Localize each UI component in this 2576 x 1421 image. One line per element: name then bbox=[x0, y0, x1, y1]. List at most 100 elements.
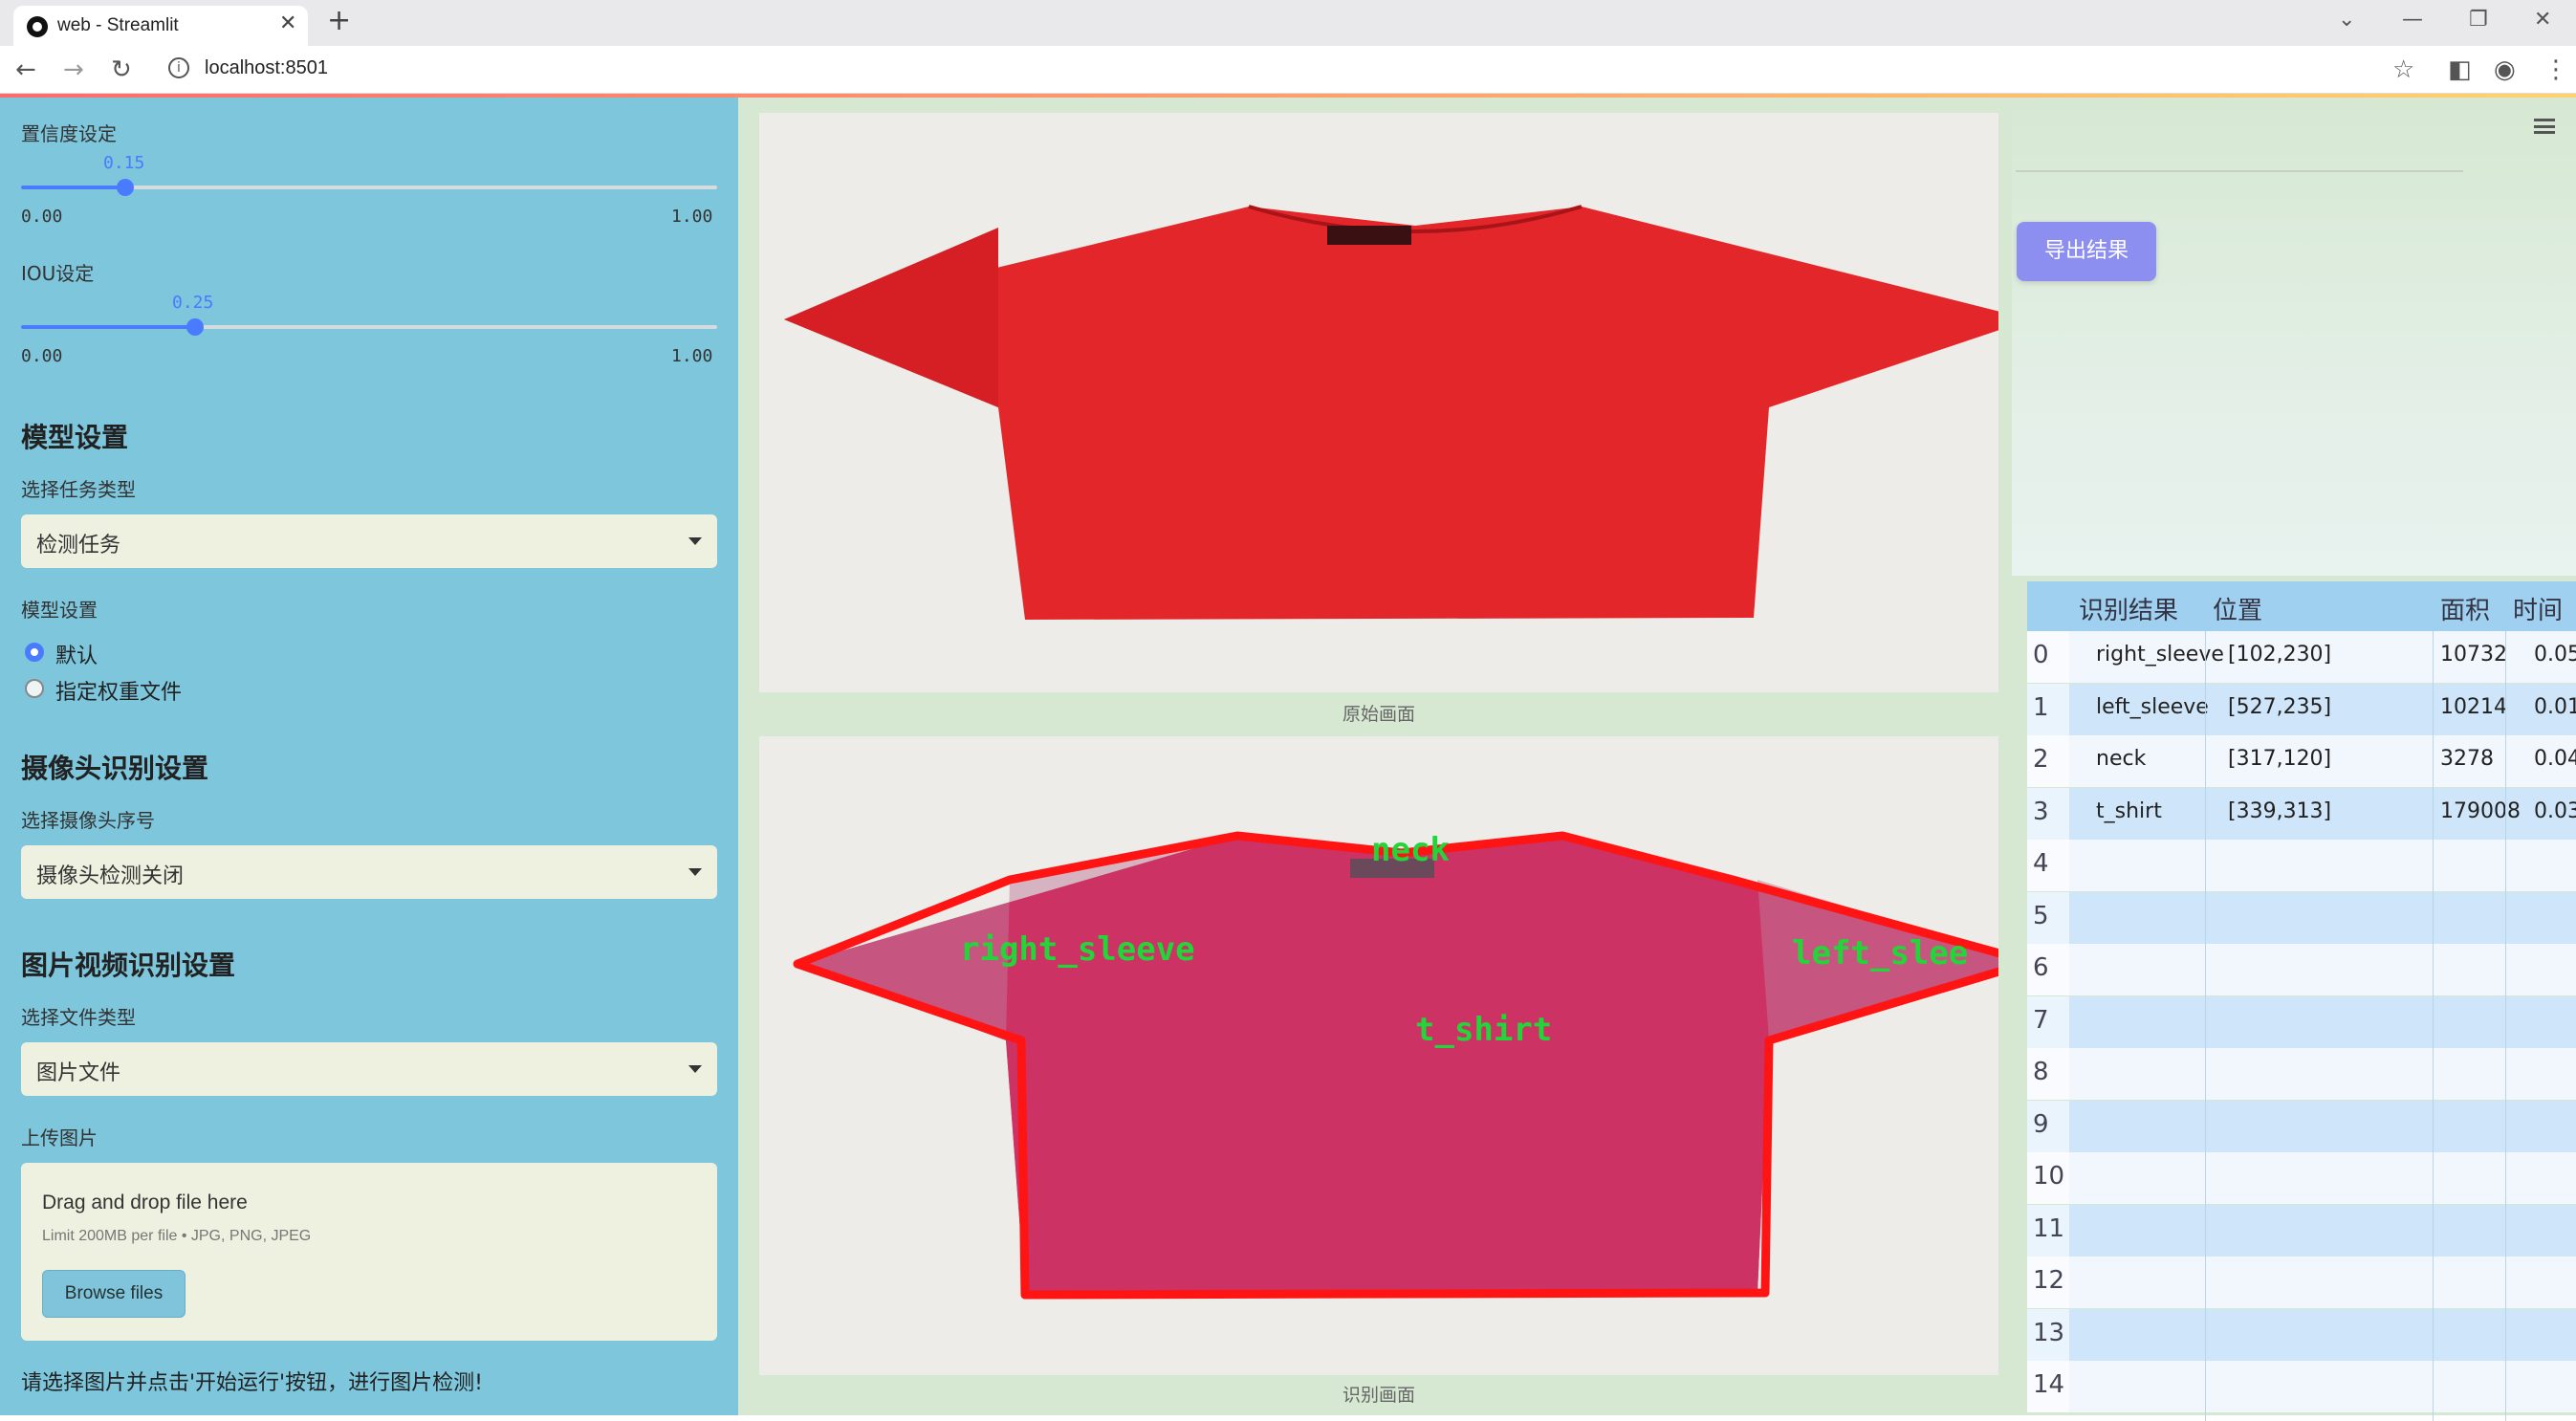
cell-position: [102,230] bbox=[2228, 643, 2332, 667]
table-row[interactable]: 2 neck [317,120] 3278 0.04 bbox=[2027, 735, 2576, 787]
table-row[interactable]: 1 left_sleeve [527,235] 10214 0.01 bbox=[2027, 683, 2576, 735]
row-index: 10 bbox=[2027, 1152, 2069, 1204]
file-type-value: 图片文件 bbox=[36, 1061, 121, 1085]
header-time[interactable]: 时间 bbox=[2513, 591, 2563, 626]
table-row[interactable]: 13 bbox=[2027, 1308, 2576, 1361]
address-bar[interactable]: localhost:8501 bbox=[205, 57, 328, 79]
table-row[interactable]: 3 t_shirt [339,313] 179008 0.03 bbox=[2027, 787, 2576, 840]
cell-position: [317,120] bbox=[2228, 747, 2332, 771]
dropzone-title: Drag and drop file here bbox=[42, 1191, 248, 1213]
row-index: 8 bbox=[2027, 1048, 2069, 1100]
media-settings-heading: 图片视频识别设置 bbox=[21, 950, 236, 981]
table-header: 识别结果 位置 面积 时间 bbox=[2027, 581, 2576, 631]
reload-icon[interactable]: ↻ bbox=[111, 55, 132, 84]
confidence-max: 1.00 bbox=[671, 207, 713, 227]
detected-image: neck right_sleeve left_slee t_shirt bbox=[759, 736, 1998, 1375]
table-row[interactable]: 12 bbox=[2027, 1257, 2576, 1308]
detection-label-right-sleeve: right_sleeve bbox=[960, 930, 1195, 969]
row-index: 11 bbox=[2027, 1204, 2069, 1257]
cell-label: neck bbox=[2096, 747, 2147, 771]
export-results-button[interactable]: 导出结果 bbox=[2017, 222, 2156, 281]
tab-close-icon[interactable]: ✕ bbox=[279, 11, 296, 35]
row-index: 1 bbox=[2027, 683, 2069, 735]
row-index: 5 bbox=[2027, 891, 2069, 944]
table-row[interactable]: 11 bbox=[2027, 1204, 2576, 1257]
table-row[interactable]: 7 bbox=[2027, 995, 2576, 1048]
table-row[interactable]: 5 bbox=[2027, 891, 2576, 944]
hamburger-menu-icon[interactable] bbox=[2534, 119, 2555, 134]
main-area: 原始画面 neck right_sleeve left_slee t_shirt… bbox=[738, 98, 2576, 1421]
table-row[interactable]: 9 bbox=[2027, 1100, 2576, 1152]
table-row[interactable]: 8 bbox=[2027, 1048, 2576, 1100]
back-icon[interactable]: ← bbox=[15, 55, 36, 84]
model-label: 模型设置 bbox=[21, 599, 98, 622]
confidence-slider[interactable] bbox=[21, 179, 717, 196]
dropzone-limit: Limit 200MB per file • JPG, PNG, JPEG bbox=[42, 1228, 312, 1244]
kebab-menu-icon[interactable]: ⋮ bbox=[2543, 55, 2568, 84]
iou-value: 0.25 bbox=[172, 293, 214, 313]
detection-label-left-sleeve: left_slee bbox=[1792, 934, 1968, 973]
sidepanel-icon[interactable]: ◧ bbox=[2448, 55, 2472, 84]
table-row[interactable]: 4 bbox=[2027, 840, 2576, 891]
detection-label-neck: neck bbox=[1371, 831, 1450, 869]
cell-time: 0.03 bbox=[2534, 798, 2576, 823]
profile-icon[interactable]: ◉ bbox=[2494, 55, 2516, 84]
table-row[interactable]: 14 bbox=[2027, 1361, 2576, 1412]
browser-tab[interactable]: web - Streamlit ✕ bbox=[13, 6, 308, 46]
close-window-icon[interactable]: ✕ bbox=[2534, 8, 2551, 32]
task-type-select[interactable]: 检测任务 bbox=[21, 514, 717, 568]
row-index: 9 bbox=[2027, 1100, 2069, 1152]
original-caption: 原始画面 bbox=[1342, 704, 1415, 725]
cell-label: t_shirt bbox=[2096, 798, 2162, 823]
new-tab-icon[interactable]: + bbox=[327, 4, 351, 37]
iou-label: IOU设定 bbox=[21, 262, 95, 285]
camera-index-select[interactable]: 摄像头检测关闭 bbox=[21, 845, 717, 899]
radio-custom-weights[interactable] bbox=[25, 679, 44, 698]
header-area[interactable]: 面积 bbox=[2440, 591, 2490, 626]
row-index: 12 bbox=[2027, 1257, 2069, 1308]
table-row[interactable]: 6 bbox=[2027, 944, 2576, 995]
chevron-down-icon bbox=[688, 537, 702, 545]
restore-icon[interactable]: ❐ bbox=[2469, 8, 2488, 32]
row-index: 0 bbox=[2027, 631, 2069, 683]
detected-shirt-graphic: neck right_sleeve left_slee t_shirt bbox=[759, 736, 1998, 1375]
iou-slider-thumb[interactable] bbox=[186, 318, 204, 336]
row-index: 7 bbox=[2027, 995, 2069, 1048]
row-index: 4 bbox=[2027, 840, 2069, 891]
header-position[interactable]: 位置 bbox=[2213, 591, 2262, 626]
original-shirt-graphic bbox=[759, 113, 1998, 692]
tab-title: web - Streamlit bbox=[57, 15, 179, 35]
star-icon[interactable]: ☆ bbox=[2392, 55, 2414, 84]
column-divider bbox=[2433, 631, 2434, 1421]
task-type-label: 选择任务类型 bbox=[21, 478, 136, 501]
header-label[interactable]: 识别结果 bbox=[2079, 591, 2178, 626]
confidence-slider-fill bbox=[21, 186, 126, 189]
right-panel-background bbox=[2012, 98, 2576, 576]
iou-slider[interactable] bbox=[21, 318, 717, 336]
radio-default[interactable] bbox=[25, 643, 44, 662]
info-icon[interactable]: i bbox=[168, 57, 189, 78]
sidebar-info-text: 请选择图片并点击'开始运行'按钮，进行图片检测! bbox=[21, 1371, 483, 1395]
table-row[interactable]: 0 right_sleeve [102,230] 10732 0.05 bbox=[2027, 631, 2576, 683]
cell-area: 179008 bbox=[2440, 798, 2521, 823]
confidence-value: 0.15 bbox=[103, 153, 145, 173]
file-type-select[interactable]: 图片文件 bbox=[21, 1042, 717, 1096]
file-dropzone[interactable]: Drag and drop file here Limit 200MB per … bbox=[21, 1163, 717, 1341]
cell-area: 3278 bbox=[2440, 747, 2494, 771]
cell-area: 10732 bbox=[2440, 643, 2507, 667]
minimize-icon[interactable]: — bbox=[2402, 8, 2423, 32]
right-divider bbox=[2016, 170, 2463, 172]
cell-area: 10214 bbox=[2440, 694, 2507, 719]
column-divider bbox=[2205, 631, 2206, 1421]
sidebar: 置信度设定 0.15 0.00 1.00 IOU设定 0.25 0.00 1.0… bbox=[0, 98, 738, 1415]
detected-caption: 识别画面 bbox=[1342, 1385, 1415, 1406]
forward-icon[interactable]: → bbox=[63, 55, 84, 84]
iou-max: 1.00 bbox=[671, 346, 713, 366]
cell-time: 0.04 bbox=[2534, 747, 2576, 771]
cell-time: 0.05 bbox=[2534, 643, 2576, 667]
confidence-slider-thumb[interactable] bbox=[117, 179, 135, 196]
upload-label: 上传图片 bbox=[21, 1126, 98, 1149]
tab-search-icon[interactable]: ⌄ bbox=[2338, 8, 2355, 32]
table-row[interactable]: 10 bbox=[2027, 1152, 2576, 1204]
browse-files-button[interactable]: Browse files bbox=[42, 1270, 186, 1318]
